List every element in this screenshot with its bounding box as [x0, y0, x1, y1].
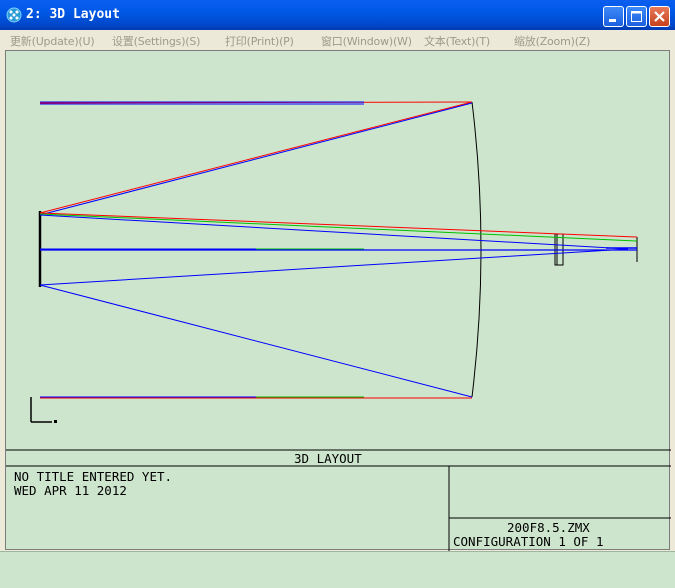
maximize-button[interactable]: [626, 6, 647, 27]
ray-red-reflect-top: [39, 101, 473, 214]
menu-text[interactable]: 文本(Text)(T): [424, 33, 490, 49]
layout-header: 3D LAYOUT: [294, 451, 362, 466]
configuration-label: CONFIGURATION 1 OF 1: [453, 534, 604, 549]
zemax-layout-window: 2: 3D Layout 更新(Update)(U) 设置(Settings)(…: [0, 0, 675, 588]
close-icon: [654, 11, 665, 22]
title-bar[interactable]: 2: 3D Layout: [0, 0, 675, 30]
ray-red-to-image-1: [39, 212, 638, 238]
ray-blue-to-image-1: [39, 214, 629, 250]
menu-update[interactable]: 更新(Update)(U): [10, 33, 95, 49]
ray-green-to-image-1: [39, 213, 638, 242]
plot-date: WED APR 11 2012: [14, 483, 127, 498]
lens-filename: 200F8.5.ZMX: [507, 520, 590, 535]
layout-canvas[interactable]: 3D LAYOUT NO TITLE ENTERED YET. WED APR …: [5, 50, 671, 551]
ray-blue-reflect-bot: [39, 284, 473, 398]
minimize-button[interactable]: [603, 6, 624, 27]
menu-settings[interactable]: 设置(Settings)(S): [112, 33, 200, 49]
window-title: 2: 3D Layout: [26, 7, 120, 22]
menu-zoom[interactable]: 缩放(Zoom)(Z): [514, 33, 590, 49]
maximize-icon: [631, 11, 642, 22]
ray-blue-reflect-top: [39, 102, 473, 216]
menu-bar: 更新(Update)(U) 设置(Settings)(S) 打印(Print)(…: [0, 30, 675, 50]
ray-blue-to-image-2: [39, 248, 629, 286]
menu-window[interactable]: 窗口(Window)(W): [321, 33, 412, 49]
menu-print[interactable]: 打印(Print)(P): [225, 33, 294, 49]
plot-title: NO TITLE ENTERED YET.: [14, 469, 173, 484]
minimize-icon: [609, 19, 616, 22]
status-strip: [0, 551, 675, 588]
close-button[interactable]: [649, 6, 670, 27]
coordinate-axis-icon: [30, 397, 57, 423]
zemax-app-icon[interactable]: [6, 7, 22, 23]
